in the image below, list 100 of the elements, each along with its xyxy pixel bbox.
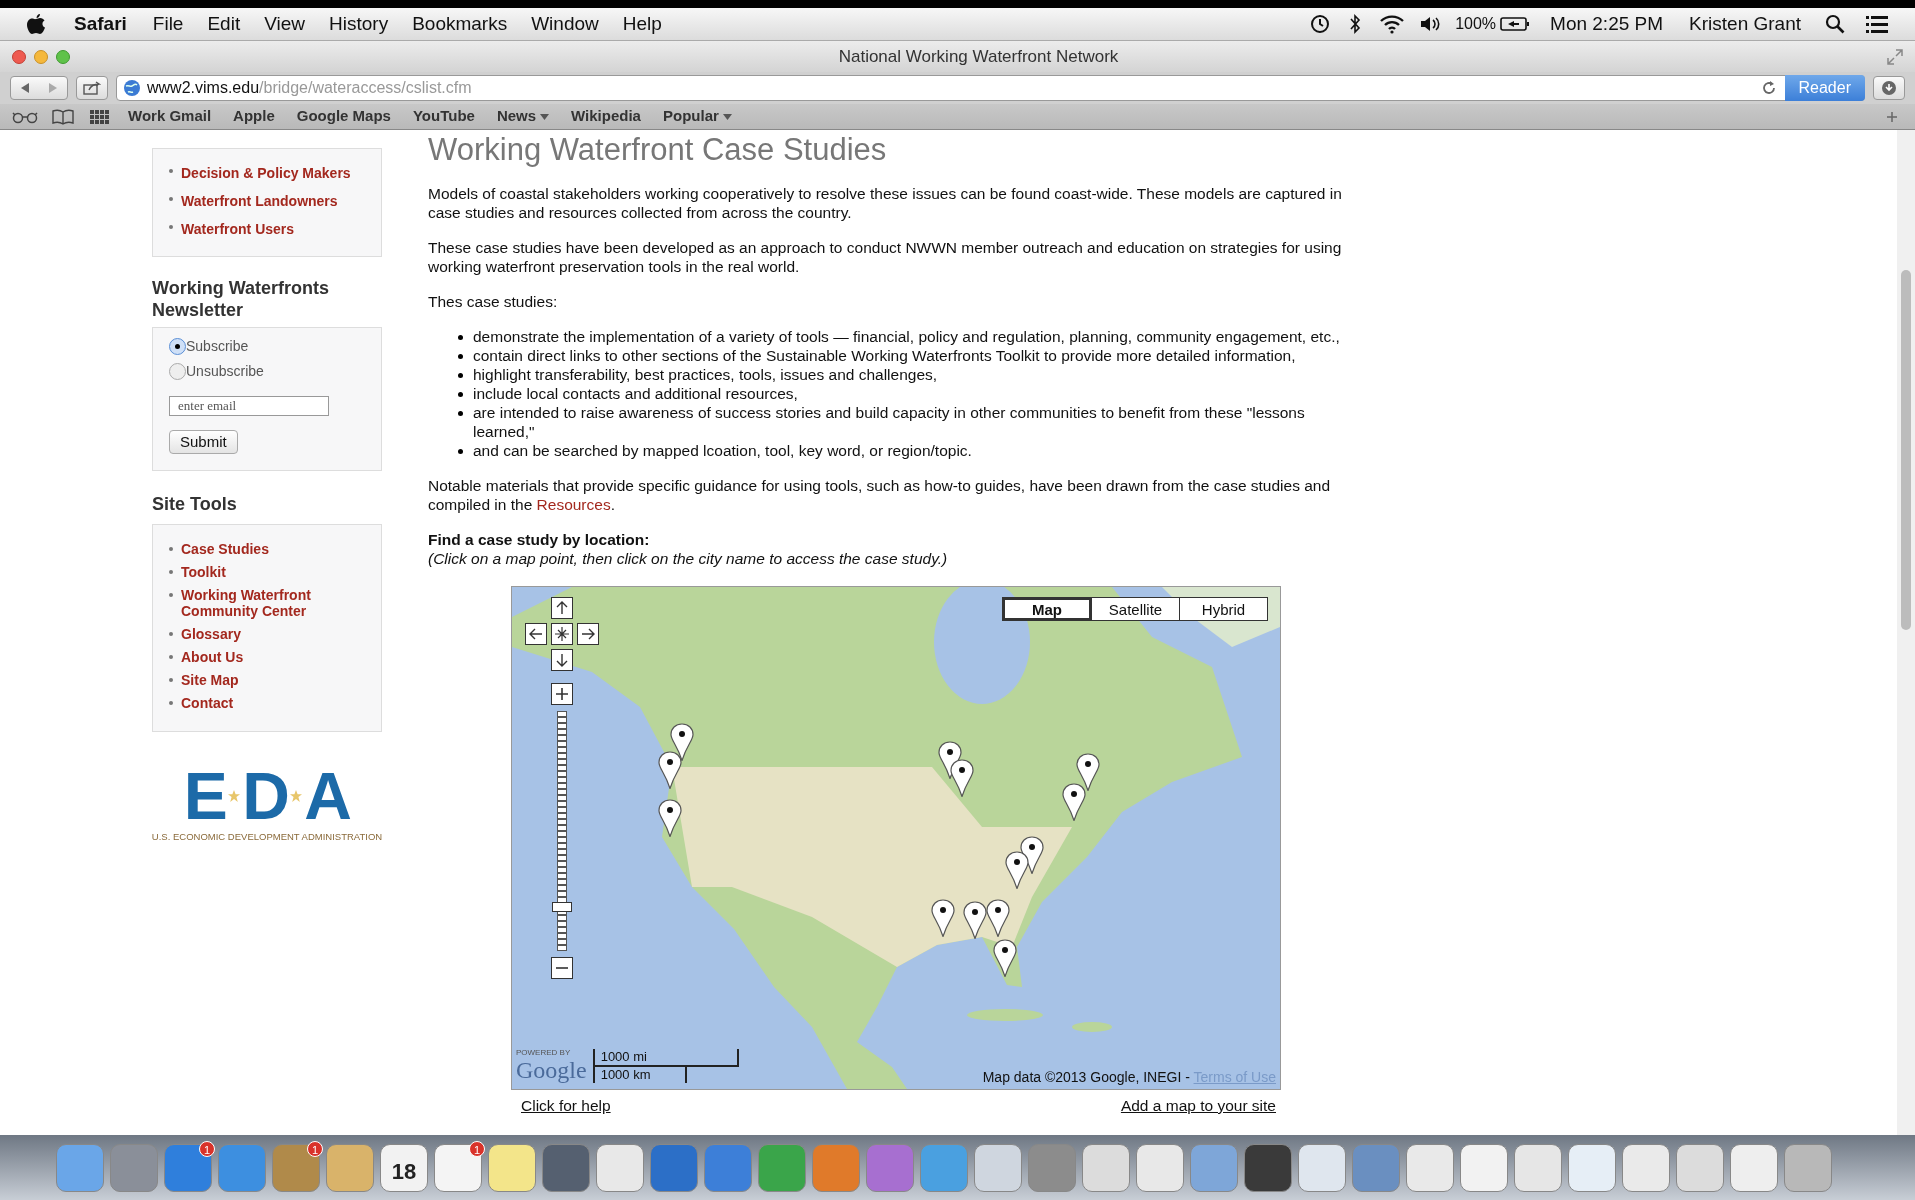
dock-app-icon[interactable] <box>488 1143 536 1192</box>
map-pin-icon[interactable] <box>931 899 955 937</box>
map-footer-link[interactable]: Add a map to your site <box>1120 1096 1276 1115</box>
sidebar-link[interactable]: Site Map <box>181 672 341 688</box>
dock-app-icon[interactable] <box>1514 1143 1562 1192</box>
sidebar-link[interactable]: Working Waterfront Community Center <box>181 587 341 619</box>
radio-button[interactable] <box>169 363 186 380</box>
map-pin-icon[interactable] <box>950 759 974 797</box>
dock-app-icon[interactable] <box>1676 1143 1724 1192</box>
map-pin-icon[interactable] <box>1020 836 1044 874</box>
map-footer-link[interactable]: Click for help <box>521 1096 611 1115</box>
notification-list-icon[interactable] <box>1865 14 1889 34</box>
search-icon[interactable] <box>1825 14 1845 34</box>
wifi-icon[interactable] <box>1379 14 1406 34</box>
zoom-out-button[interactable] <box>551 957 573 979</box>
bluetooth-icon[interactable] <box>1349 14 1362 34</box>
back-forward-buttons[interactable] <box>10 76 68 100</box>
reading-list-icon[interactable] <box>12 109 38 124</box>
map-pin-icon[interactable] <box>986 899 1010 937</box>
map-pin-icon[interactable] <box>658 799 682 837</box>
map-pin-icon[interactable] <box>658 751 682 789</box>
top-sites-grid-icon[interactable] <box>90 109 110 124</box>
pan-left-button[interactable] <box>525 623 547 645</box>
radio-option[interactable]: Unsubscribe <box>169 359 381 384</box>
dock-app-icon[interactable] <box>1730 1143 1778 1192</box>
sidebar-link[interactable]: Case Studies <box>181 541 341 557</box>
back-icon[interactable] <box>20 82 30 94</box>
radio-option[interactable]: Subscribe <box>169 334 381 359</box>
dock-app-icon[interactable] <box>1568 1143 1616 1192</box>
dock-app-icon[interactable] <box>596 1143 644 1192</box>
eda-logo[interactable]: E D A U.S. ECONOMIC DEVELOPMENT ADMINISTRATION <box>152 766 382 845</box>
zoom-slider-track[interactable] <box>552 711 572 951</box>
sidebar-link[interactable]: Decision & Policy Makers <box>181 163 351 184</box>
sidebar-link[interactable]: Waterfront Users <box>181 219 295 240</box>
sidebar-link[interactable]: Contact <box>181 695 341 711</box>
bookmark-link[interactable]: Wikipedia <box>571 105 641 128</box>
dock-app-icon[interactable] <box>1298 1143 1346 1192</box>
map-pin-icon[interactable] <box>670 723 694 761</box>
share-button[interactable] <box>76 76 108 100</box>
sidebar-link[interactable]: Toolkit <box>181 564 341 580</box>
resources-link[interactable]: Resources <box>536 496 611 513</box>
bookmark-link[interactable]: Work Gmail <box>128 105 212 128</box>
bullet-text: contain direct links to other sections of the Sustainable Working Waterfronts Toolkit to provide more detailed information, <box>473 346 1296 365</box>
bookmark-link[interactable]: News <box>496 105 550 128</box>
address-field[interactable]: www2.vims.edu/bridge/wateraccess/cslist.cfm Reader <box>116 75 1865 101</box>
menu-item[interactable]: Edit <box>207 9 241 39</box>
dock-app-icon[interactable]: 18 <box>380 1143 428 1192</box>
bookmark-link[interactable]: Popular <box>662 105 732 128</box>
map-pin-icon[interactable] <box>1005 851 1029 889</box>
map-type-button[interactable]: Map <box>1003 598 1091 620</box>
pan-right-button[interactable] <box>577 623 599 645</box>
close-button[interactable] <box>12 49 26 64</box>
bookmarks-book-icon[interactable] <box>52 108 74 125</box>
map-type-button[interactable]: Satellite <box>1091 598 1179 620</box>
dock-app-icon[interactable] <box>974 1143 1022 1192</box>
menu-app-name[interactable]: Safari <box>74 9 127 39</box>
zoom-in-button[interactable] <box>551 683 573 705</box>
menu-item[interactable]: View <box>264 9 306 39</box>
menu-item[interactable]: Window <box>531 9 599 39</box>
zoom-button[interactable] <box>56 49 70 64</box>
map-pin-icon[interactable] <box>993 939 1017 977</box>
center-map-button[interactable] <box>551 623 573 645</box>
dock-app-icon[interactable]: 1 <box>434 1143 482 1192</box>
sidebar-link[interactable]: Glossary <box>181 626 341 642</box>
menu-item[interactable]: History <box>329 9 389 39</box>
submit-button[interactable]: Submit <box>169 430 238 454</box>
sidebar-link[interactable]: About Us <box>181 649 341 665</box>
pan-down-button[interactable] <box>551 649 573 671</box>
menu-item[interactable]: Bookmarks <box>412 9 508 39</box>
dock-app-icon[interactable]: 1 <box>164 1143 212 1192</box>
email-field[interactable]: enter email <box>169 396 329 416</box>
radio-button[interactable] <box>169 338 186 355</box>
menu-user-name[interactable]: Kristen Grant <box>1689 9 1801 39</box>
dock-app-icon[interactable]: 1 <box>272 1143 320 1192</box>
dock-app-icon[interactable] <box>1082 1143 1130 1192</box>
fullscreen-icon[interactable] <box>1887 48 1903 65</box>
bookmark-link[interactable]: Google Maps <box>296 105 391 128</box>
zoom-slider-thumb[interactable] <box>552 901 572 912</box>
apple-logo-icon[interactable] <box>26 13 46 35</box>
map-pin-icon[interactable] <box>963 901 987 939</box>
time-machine-icon[interactable] <box>1309 13 1332 35</box>
map-pin-icon[interactable] <box>1062 783 1086 821</box>
scrollbar-thumb[interactable] <box>1901 270 1911 630</box>
volume-icon[interactable] <box>1419 15 1442 33</box>
bookmark-link[interactable]: Apple <box>233 105 275 128</box>
menu-clock[interactable]: Mon 2:25 PM <box>1550 9 1664 39</box>
menu-item[interactable]: File <box>152 9 184 39</box>
reload-icon[interactable] <box>1760 80 1777 96</box>
dock-app-icon[interactable] <box>1406 1143 1454 1192</box>
dock-app-icon[interactable] <box>1460 1143 1508 1192</box>
menu-item[interactable]: Help <box>622 9 662 39</box>
sidebar-link[interactable]: Waterfront Landowners <box>181 191 338 212</box>
dock-app-icon[interactable] <box>1244 1143 1292 1192</box>
battery-charging-icon[interactable] <box>1500 16 1531 32</box>
map-pin-icon[interactable] <box>1076 753 1100 791</box>
pan-up-button[interactable] <box>551 597 573 619</box>
bookmark-link[interactable]: YouTube <box>412 105 475 128</box>
downloads-button[interactable] <box>1873 76 1905 100</box>
dock-app-icon[interactable] <box>1136 1143 1184 1192</box>
dock-app-icon[interactable] <box>1622 1143 1670 1192</box>
